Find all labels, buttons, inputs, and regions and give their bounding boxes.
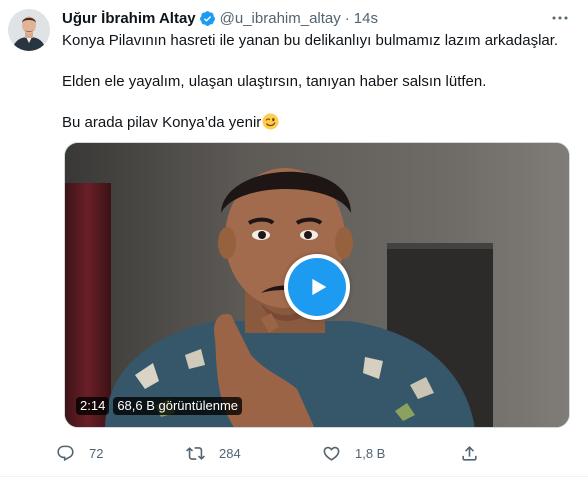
tweet-text-line-3-text: Bu arada pilav Konya’da yenir — [62, 114, 262, 131]
tweet-text-line-2: Elden ele yayalım, ulaşan ulaştırsın, ta… — [62, 73, 487, 90]
separator-dot: · — [344, 9, 350, 27]
avatar-photo — [8, 9, 50, 51]
tweet-text-line-3: Bu arada pilav Konya’da yenir — [62, 113, 572, 133]
like-count: 1,8 B — [355, 445, 386, 461]
video-player[interactable]: 2:14 68,6 B görüntülenme — [64, 142, 570, 428]
retweet-icon — [186, 446, 205, 460]
tweet-actions: 72 284 1,8 B — [56, 441, 500, 465]
reply-button[interactable]: 72 — [56, 444, 186, 463]
more-icon — [552, 16, 568, 20]
tweet-header: Uğur İbrahim Altay @u_ibrahim_altay · 14… — [62, 8, 378, 28]
like-button[interactable]: 1,8 B — [322, 444, 460, 463]
tweet-text: Konya Pilavının hasreti ile yanan bu del… — [62, 31, 572, 133]
verified-badge-icon — [199, 10, 215, 26]
share-button[interactable] — [460, 444, 500, 463]
display-name[interactable]: Uğur İbrahim Altay — [62, 10, 196, 27]
reply-icon — [57, 445, 74, 461]
timestamp[interactable]: 14s — [354, 10, 378, 27]
more-options-button[interactable] — [548, 9, 572, 27]
video-view-count: 68,6 B görüntülenme — [113, 397, 243, 415]
share-icon — [462, 445, 477, 461]
reply-count: 72 — [89, 445, 104, 461]
handle[interactable]: @u_ibrahim_altay — [220, 10, 341, 27]
winking-face-icon — [262, 113, 279, 130]
video-badges: 2:14 68,6 B görüntülenme — [76, 397, 243, 415]
play-button[interactable] — [284, 254, 350, 320]
avatar[interactable] — [8, 9, 50, 51]
heart-icon — [323, 446, 340, 461]
tweet[interactable]: Uğur İbrahim Altay @u_ibrahim_altay · 14… — [0, 0, 588, 477]
tweet-text-line-1: Konya Pilavının hasreti ile yanan bu del… — [62, 32, 559, 49]
retweet-count: 284 — [219, 445, 241, 461]
retweet-button[interactable]: 284 — [186, 444, 322, 463]
play-icon — [312, 278, 327, 296]
video-duration: 2:14 — [76, 397, 110, 415]
